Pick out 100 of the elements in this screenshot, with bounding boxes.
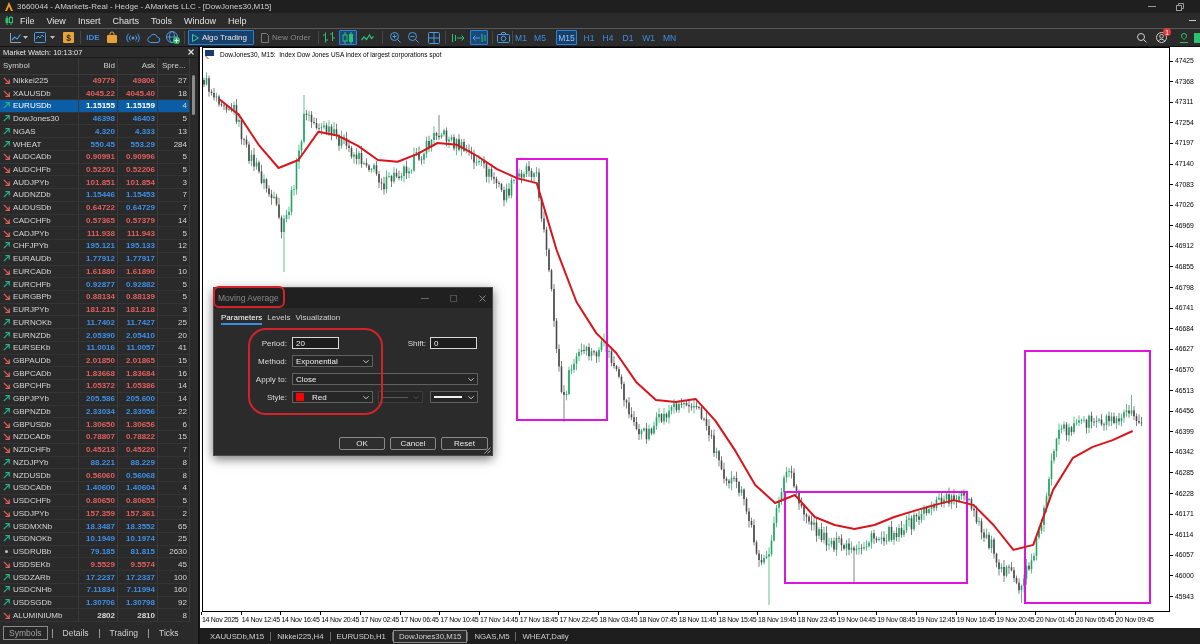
market-watch-row[interactable]: GBPCADb 1.83668 1.83684 16 [0,367,190,381]
market-watch-row[interactable]: WHEAT 550.45 553.29 284 [0,138,190,151]
timeframe-button[interactable]: MN [661,30,678,45]
camera-icon[interactable] [497,32,510,43]
scrollbar-thumb[interactable] [192,74,195,115]
menu-item[interactable]: View [40,15,72,26]
market-watch-row[interactable]: NGAS 4.320 4.333 13 [0,125,190,139]
market-watch-row[interactable]: USDNOKb 10.1949 10.1974 25 [0,532,190,546]
column-header[interactable]: Bid [79,58,118,74]
market-watch-row[interactable]: EURNZDb 2.05390 2.05410 20 [0,329,190,342]
menu-item[interactable]: Window [177,15,222,26]
zoom-in-icon[interactable] [390,32,401,43]
timeframe-button[interactable]: M1 [514,30,528,45]
line-chart-icon[interactable] [10,32,21,43]
line-style-dropdown[interactable] [430,391,478,403]
market-watch-row[interactable]: ALUMINIUMb 2802 2810 8 [0,609,190,623]
chart-type-button[interactable] [320,30,338,45]
caret-icon[interactable] [50,36,55,39]
user-icon[interactable] [1156,32,1167,43]
column-header[interactable]: Symbol [0,58,79,74]
timeframe-button[interactable]: W1 [641,30,656,45]
panel-tab[interactable]: Trading [103,626,145,641]
market-watch-row[interactable]: AUDNZDb 1.15446 1.15453 7 [0,189,190,202]
timeframe-button[interactable]: M5 [533,30,547,45]
cancel-button[interactable]: Cancel [390,437,436,450]
market-watch-row[interactable]: GBPUSDb 1.30650 1.30656 6 [0,418,190,432]
market-watch-row[interactable]: USDJPYb 157.359 157.361 2 [0,507,190,521]
market-watch-row[interactable]: DowJones30 46398 46403 5 [0,112,190,126]
menu-item[interactable]: Charts [106,15,145,26]
market-watch-row[interactable]: USDCHFb 0.80650 0.80655 5 [0,494,190,508]
zoom-out-icon[interactable] [408,32,419,43]
color-dropdown[interactable]: Red [292,391,373,403]
market-watch-row[interactable]: GBPJPYb 205.586 205.600 14 [0,392,190,406]
location-pin-icon[interactable] [1180,32,1188,43]
market-watch-row[interactable]: XAUUSDb 4045.22 4045.40 18 [0,87,190,100]
market-watch-row[interactable]: CHFJPYb 195.121 195.133 12 [0,240,190,253]
chart-menu-icon[interactable] [205,50,214,59]
menu-item[interactable]: Insert [71,15,107,26]
market-watch-row[interactable]: NZDCHFb 0.45213 0.45220 7 [0,443,190,457]
market-watch-row[interactable]: USDCADb 1.40600 1.40604 4 [0,482,190,495]
menu-item[interactable]: Tools [144,15,178,26]
panel-tab[interactable]: Symbols [3,626,48,641]
market-watch-row[interactable]: USDZARb 17.2237 17.2337 100 [0,571,190,584]
chart-type-button[interactable] [339,30,357,45]
panel-tab[interactable]: Details [56,626,95,641]
menu-item[interactable]: Help [221,15,253,26]
dialog-tab[interactable]: Visualization [295,311,341,325]
market-watch-row[interactable]: EURAUDb 1.77912 1.77917 5 [0,252,190,266]
search-icon[interactable] [1137,32,1147,43]
resize-grip-icon[interactable] [484,447,491,454]
market-watch-row[interactable]: EURNOKb 11.7402 11.7427 25 [0,316,190,330]
market-watch-row[interactable]: AUDJPYb 101.851 101.854 3 [0,176,190,190]
market-watch-row[interactable]: EURSEKb 11.0016 11.0057 41 [0,341,190,355]
reset-button[interactable]: Reset [441,437,488,450]
text-field[interactable]: 0 [430,337,477,349]
timeframe-button[interactable]: H1 [582,30,596,45]
caret-icon[interactable] [23,36,28,39]
algo-trading-button[interactable]: Algo Trading [188,30,254,45]
dollar-button[interactable]: $ [63,32,74,43]
dialog-tab[interactable]: Levels [267,311,291,325]
market-watch-row[interactable]: EURCADb 1.61880 1.61890 10 [0,265,190,279]
timeframe-button[interactable]: D1 [621,30,635,45]
market-watch-row[interactable]: GBPNZDb 2.33034 2.33056 22 [0,405,190,419]
market-watch-row[interactable]: AUDCHFb 0.52201 0.52206 5 [0,163,190,177]
square-icon[interactable] [1194,32,1200,43]
restore-icon[interactable] [1176,2,1184,11]
market-watch-row[interactable]: USDSEKb 9.5529 9.5574 45 [0,558,190,572]
column-header[interactable]: Ask [118,58,158,74]
market-watch-row[interactable]: CADJPYb 111.938 111.943 5 [0,227,190,241]
timeframe-button[interactable]: M15 [556,30,577,45]
panel-tab[interactable]: Ticks [153,626,185,641]
market-watch-row[interactable]: Nikkei225 49779 49806 27 [0,74,190,88]
globe-plus-icon[interactable] [166,31,180,44]
market-watch-row[interactable]: USDRUBb 79.185 81.815 2630 [0,545,190,559]
signal-icon[interactable] [126,32,140,43]
text-field[interactable]: 20 [292,337,339,349]
cloud-icon[interactable] [147,32,160,43]
dropdown[interactable]: Exponential [292,355,373,367]
tile-windows-icon[interactable] [428,31,440,44]
market-watch-row[interactable]: EURJPYb 181.215 181.218 3 [0,303,190,317]
dropdown[interactable]: Close [292,373,478,385]
market-watch-row[interactable]: USDMXNb 18.3487 18.3552 65 [0,520,190,533]
minimize-icon[interactable] [421,297,429,299]
market-watch-row[interactable]: NZDJPYb 88.221 88.229 8 [0,456,190,470]
market-watch-row[interactable]: AUDUSDb 0.64722 0.64729 7 [0,201,190,215]
market-watch-row[interactable]: GBPAUDb 2.01850 2.01865 15 [0,354,190,368]
chart-window-icon[interactable] [34,32,46,43]
timeframe-button[interactable]: H4 [601,30,615,45]
market-watch-row[interactable]: GBPCHFb 1.05372 1.05386 14 [0,380,190,393]
market-watch-row[interactable]: USDCNHb 7.11834 7.11994 160 [0,583,190,597]
ok-button[interactable]: OK [339,437,385,450]
ide-button[interactable]: IDE [85,30,101,45]
menu-item[interactable]: File [14,15,41,26]
candlestick-icon[interactable] [5,16,13,25]
shopping-bag-icon[interactable] [107,32,117,43]
market-watch-row[interactable]: CADCHFb 0.57365 0.57379 14 [0,214,190,228]
dialog-tab[interactable]: Parameters [221,311,263,325]
market-watch-row[interactable]: EURCHFb 0.92877 0.92882 5 [0,278,190,291]
market-watch-row[interactable]: NZDUSDb 0.56060 0.56068 8 [0,469,190,482]
column-header[interactable]: Spre... [158,58,190,74]
